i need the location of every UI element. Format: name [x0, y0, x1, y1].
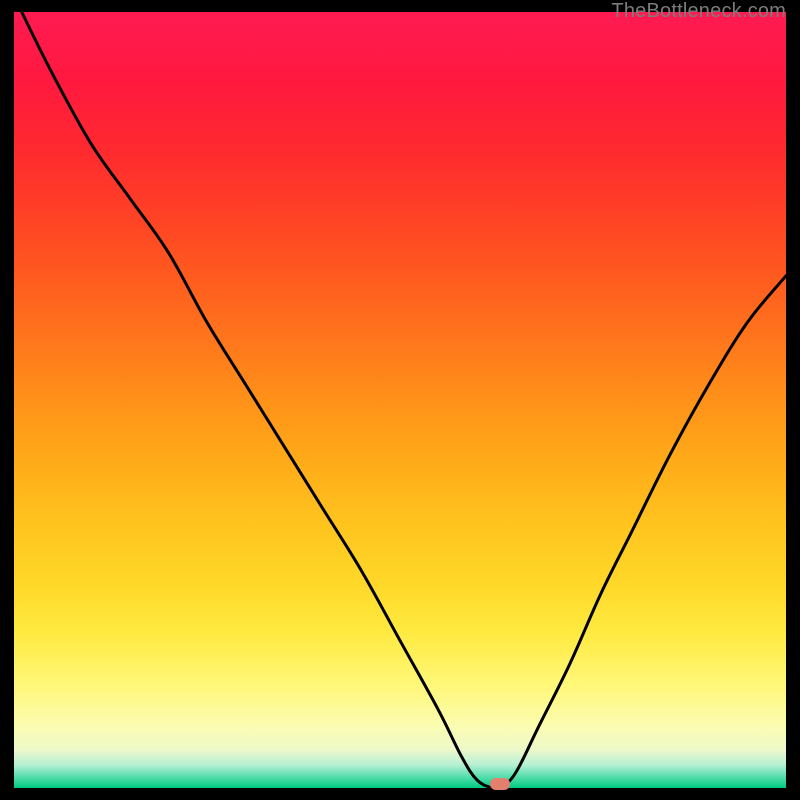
chart-container: TheBottleneck.com — [0, 0, 800, 800]
curve-path — [22, 12, 786, 788]
watermark-text: TheBottleneck.com — [611, 0, 786, 23]
min-marker — [490, 778, 510, 790]
bottleneck-curve — [14, 12, 786, 788]
plot-area — [14, 12, 786, 788]
